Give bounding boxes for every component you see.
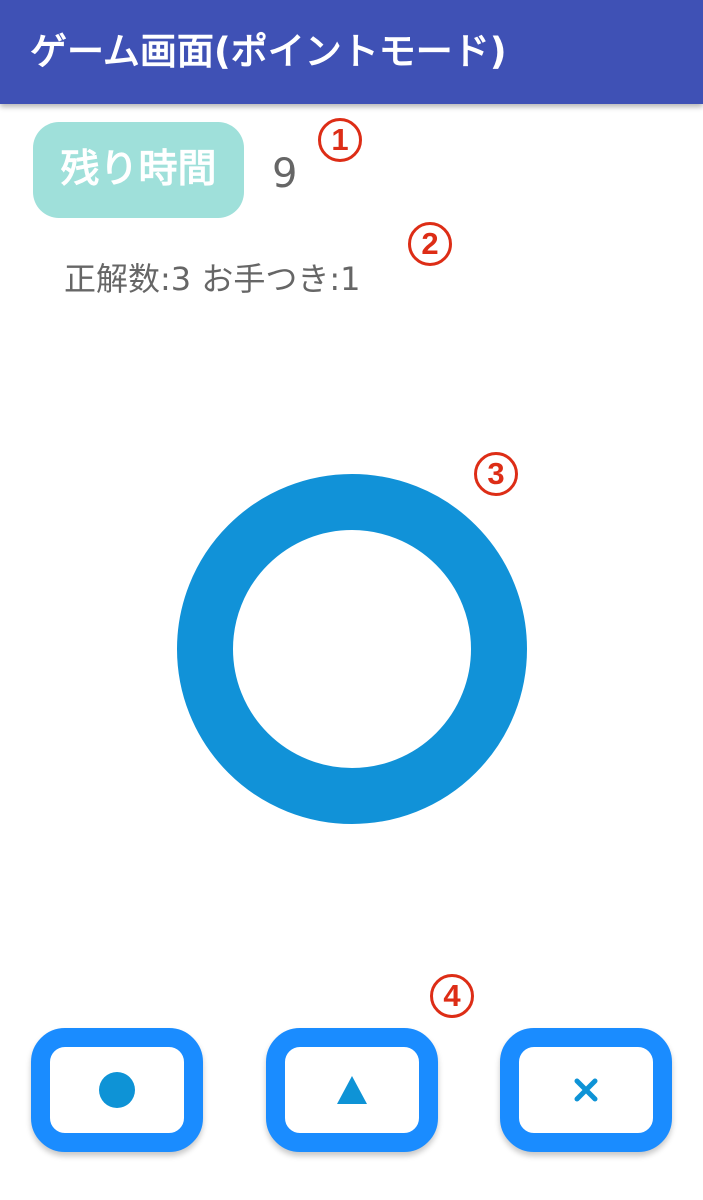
filled-circle-icon bbox=[99, 1072, 135, 1108]
triangle-icon bbox=[337, 1076, 367, 1104]
question-circle-icon bbox=[177, 474, 527, 824]
remaining-time-value: 9 bbox=[272, 151, 298, 197]
cross-icon bbox=[574, 1078, 598, 1102]
remaining-time-label: 残り時間 bbox=[33, 122, 244, 218]
answer-cross-button[interactable] bbox=[500, 1028, 672, 1152]
score-status: 正解数:3 お手つき:1 bbox=[64, 260, 361, 298]
annotation-marker-1: 1 bbox=[318, 118, 362, 162]
app-title: ゲーム画面(ポイントモード) bbox=[30, 30, 507, 73]
app-bar: ゲーム画面(ポイントモード) bbox=[0, 0, 703, 104]
answer-circle-button[interactable] bbox=[31, 1028, 203, 1152]
annotation-marker-4: 4 bbox=[430, 974, 474, 1018]
answer-triangle-button[interactable] bbox=[266, 1028, 438, 1152]
annotation-marker-2: 2 bbox=[408, 222, 452, 266]
